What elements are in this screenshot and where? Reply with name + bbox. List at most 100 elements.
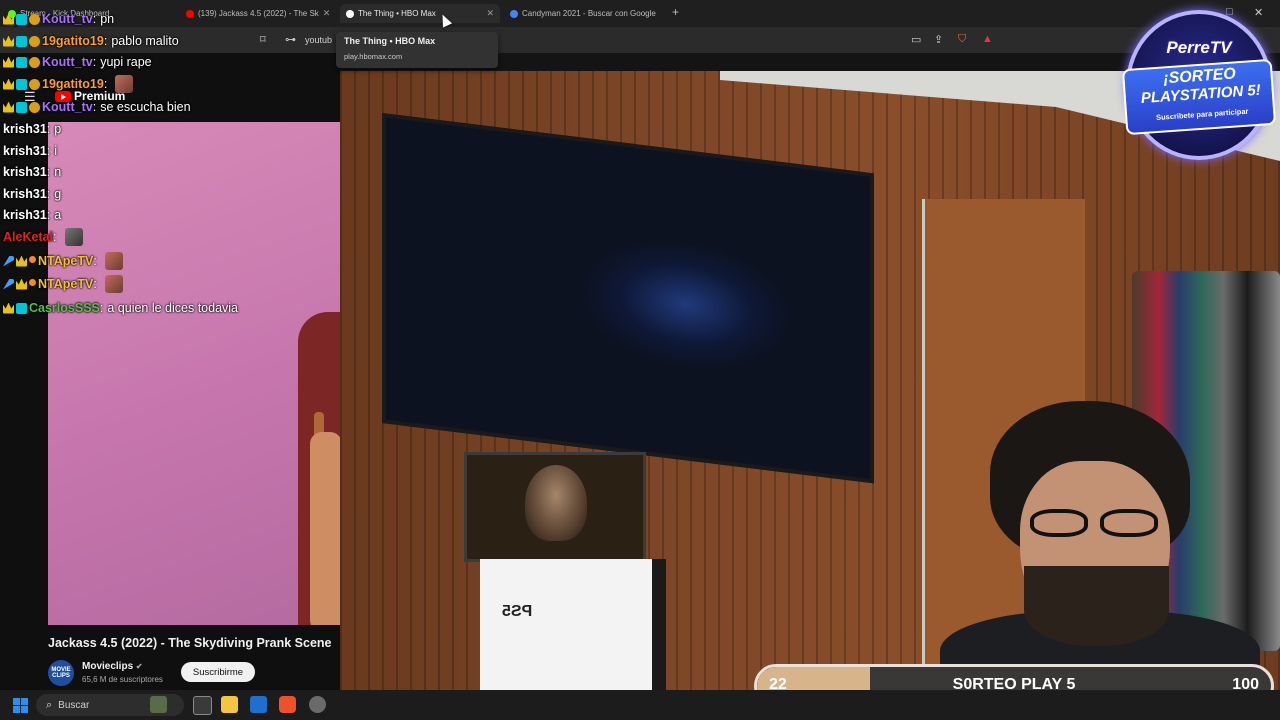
streamer-beard <box>1024 566 1169 646</box>
subscriber-count: 65,6 M de suscriptores <box>82 675 163 684</box>
chat-colon: : <box>46 122 51 136</box>
chat-message: krish31: i <box>3 141 57 161</box>
chat-colon: : <box>92 12 97 26</box>
channel-name[interactable]: Movieclips ✔ <box>82 661 143 672</box>
chat-username[interactable]: krish31 <box>3 122 47 136</box>
chat-message: Koutt_tv: pn <box>3 9 114 29</box>
chat-message: krish31: p <box>3 119 61 139</box>
share-icon[interactable]: ⇪ <box>934 33 943 46</box>
site-info-icon[interactable]: ⊶ <box>285 33 296 46</box>
chat-username[interactable]: krish31 <box>3 187 47 201</box>
chat-colon: : <box>92 100 97 114</box>
chat-badges <box>3 35 40 47</box>
tab-hover-tooltip: The Thing • HBO Max play.hbomax.com <box>336 32 498 68</box>
streamer <box>930 401 1260 690</box>
bookmark-icon[interactable]: ⌑ <box>260 33 266 46</box>
chat-badges <box>3 101 40 113</box>
tab-title: (139) Jackass 4.5 (2022) - The Sk <box>198 9 319 18</box>
grid-badge-icon <box>16 302 27 314</box>
crown-badge-icon <box>3 78 14 90</box>
chat-message: 19gatito19: <box>3 74 134 94</box>
task-view-icon[interactable] <box>193 696 212 715</box>
crown-badge-icon <box>16 255 27 267</box>
coin-badge-icon <box>29 13 40 25</box>
file-explorer-icon[interactable] <box>221 696 238 713</box>
chat-colon: : <box>103 77 108 91</box>
close-tab-icon[interactable]: ✕ <box>323 8 331 19</box>
close-tab-icon[interactable]: ✕ <box>486 8 494 19</box>
grid-badge-icon <box>16 35 27 47</box>
address-bar[interactable]: youtub <box>305 35 332 45</box>
coin-badge-icon <box>29 35 40 47</box>
youtube-video-player[interactable] <box>48 122 340 625</box>
chat-text: se escucha bien <box>100 100 191 114</box>
godfather-poster <box>464 452 646 562</box>
windows-taskbar: ⌕ Buscar <box>0 690 1280 720</box>
chat-username[interactable]: krish31 <box>3 165 47 179</box>
chat-message: CasrlosSSS: a quien le dices todavia <box>3 298 238 318</box>
tab-hbo-max[interactable]: The Thing • HBO Max ✕ <box>340 4 500 23</box>
coin-badge-icon <box>29 78 40 90</box>
promo-subtitle: Suscribete para participar <box>1155 106 1249 123</box>
youtube-favicon-icon <box>186 9 194 18</box>
brave-shields-icon[interactable]: ⛉ <box>958 33 966 46</box>
crown-badge-icon <box>3 56 14 68</box>
hbo-favicon-icon <box>346 9 354 18</box>
new-tab-button[interactable]: + <box>672 5 679 19</box>
brave-rewards-icon[interactable]: ▲ <box>982 33 993 45</box>
chat-badges <box>3 78 40 90</box>
crown-badge-icon <box>16 278 27 290</box>
tooltip-url: play.hbomax.com <box>344 52 403 61</box>
giveaway-promo-badge: PerreTV ¡SORTEO PLAYSTATION 5! Suscribet… <box>1120 8 1278 162</box>
chat-username[interactable]: NTApeTV <box>38 277 93 291</box>
chat-badges <box>3 278 36 290</box>
chat-text: n <box>54 165 62 179</box>
chat-username[interactable]: 19gatito19 <box>42 34 104 48</box>
chat-text: p <box>54 122 62 136</box>
chat-colon: : <box>93 254 97 268</box>
chat-username[interactable]: Koutt_tv <box>42 55 93 69</box>
chat-username[interactable]: Koutt_tv <box>42 100 93 114</box>
browser-toolbar <box>0 27 1280 53</box>
channel-avatar[interactable]: MOVIE CLIPS <box>48 660 74 686</box>
ps5-box-label: PS5 <box>502 603 533 620</box>
tab-title: Candyman 2021 - Buscar con Google <box>522 9 656 18</box>
windows-start-icon[interactable] <box>13 698 28 713</box>
chat-message: krish31: n <box>3 162 61 182</box>
grid-badge-icon <box>16 13 27 25</box>
video-title[interactable]: Jackass 4.5 (2022) - The Skydiving Prank… <box>48 636 331 650</box>
chat-text: pablo malito <box>111 34 179 48</box>
channel-name-text: Movieclips <box>82 661 134 672</box>
chat-username[interactable]: Koutt_tv <box>42 12 93 26</box>
cast-icon[interactable]: ▭ <box>911 33 921 46</box>
browser-tab-bar: Stream - Kick Dashboard (139) Jackass 4.… <box>0 0 1280 27</box>
brave-browser-icon[interactable] <box>279 696 296 713</box>
tab-title: The Thing • HBO Max <box>358 9 436 18</box>
grid-badge-icon <box>16 101 27 113</box>
tv-screen-glow <box>586 232 786 377</box>
chat-message: Koutt_tv: yupi rape <box>3 52 152 72</box>
tab-google-candyman[interactable]: Candyman 2021 - Buscar con Google <box>504 4 668 23</box>
subscribe-button[interactable]: Suscribirme <box>181 662 255 682</box>
search-highlight-icon[interactable] <box>150 696 167 713</box>
chat-username[interactable]: 19gatito19 <box>42 77 104 91</box>
chat-text: yupi rape <box>100 55 152 69</box>
tab-youtube-jackass[interactable]: (139) Jackass 4.5 (2022) - The Sk ✕ <box>180 4 336 23</box>
chat-username[interactable]: AleKetai <box>3 230 53 244</box>
chat-badges <box>3 255 36 267</box>
outlook-icon[interactable] <box>250 696 267 713</box>
chat-username[interactable]: CasrlosSSS <box>29 301 100 315</box>
chat-message: krish31: a <box>3 205 61 225</box>
ps5-box: PS5 <box>480 559 666 690</box>
crown-badge-icon <box>3 302 14 314</box>
chat-username[interactable]: NTApeTV <box>38 254 93 268</box>
settings-icon[interactable] <box>309 696 326 713</box>
grid-badge-icon <box>16 78 27 90</box>
chat-username[interactable]: krish31 <box>3 144 47 158</box>
chat-text: a <box>54 208 62 222</box>
search-placeholder: Buscar <box>58 699 90 711</box>
chat-badges <box>3 13 40 25</box>
glasses <box>1022 509 1172 537</box>
chat-username[interactable]: krish31 <box>3 208 47 222</box>
chat-colon: : <box>46 187 51 201</box>
